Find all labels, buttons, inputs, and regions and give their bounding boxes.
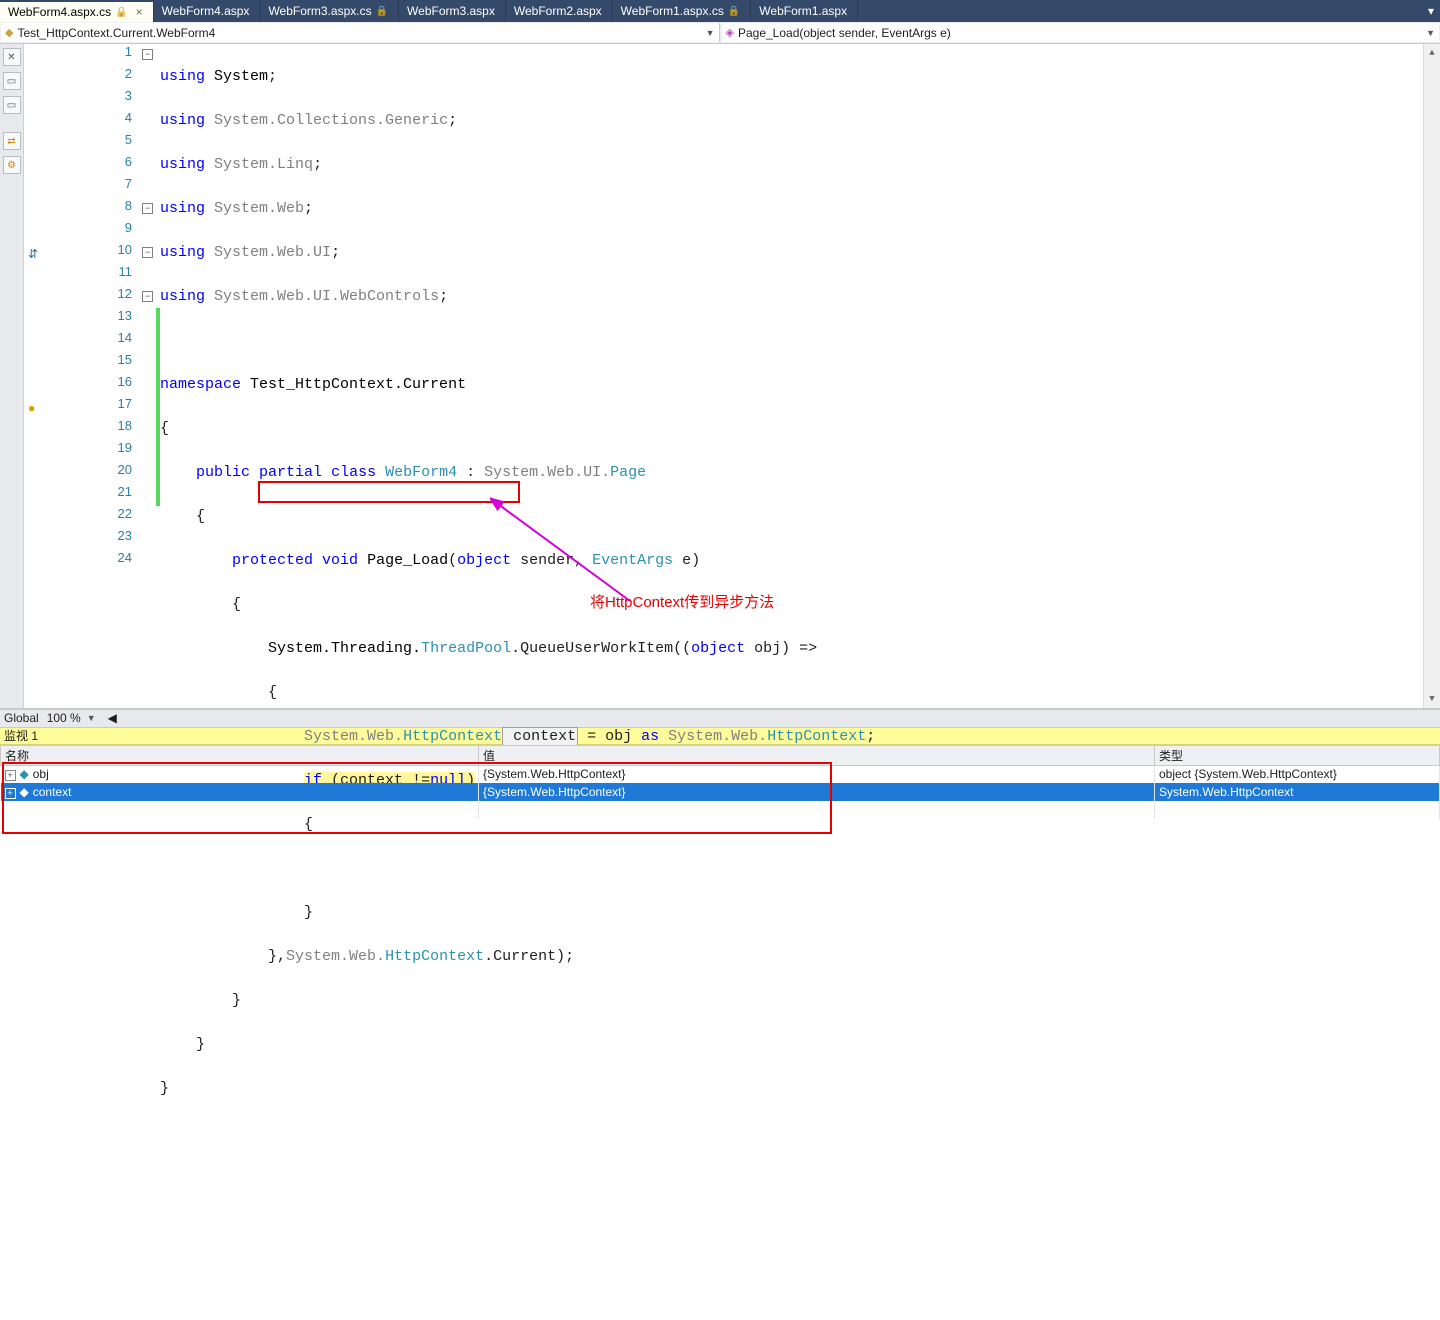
breakpoint-icon[interactable]: ● bbox=[28, 401, 44, 417]
tab-webform1-cs[interactable]: WebForm1.aspx.cs 🔒 bbox=[613, 0, 752, 22]
watch-table: 名称 值 类型 +◆obj {System.Web.HttpContext} o… bbox=[0, 745, 1440, 820]
type-label: Test_HttpContext.Current.WebForm4 bbox=[17, 26, 215, 40]
watch-header-name[interactable]: 名称 bbox=[1, 745, 479, 765]
member-dropdown[interactable]: ◈ Page_Load(object sender, EventArgs e) … bbox=[722, 23, 1440, 42]
toolbox-button[interactable]: ▭ bbox=[3, 96, 21, 114]
tab-label: WebForm4.aspx.cs bbox=[8, 5, 111, 19]
close-icon[interactable]: × bbox=[136, 5, 143, 19]
zoom-level[interactable]: 100 % bbox=[47, 711, 81, 725]
class-icon: ◆ bbox=[5, 26, 13, 39]
lock-icon: 🔒 bbox=[376, 6, 388, 17]
watch-header-row: 名称 值 类型 bbox=[1, 745, 1440, 765]
chevron-down-icon: ▼ bbox=[1426, 28, 1435, 38]
annotation-text: 将HttpContext传到异步方法 bbox=[590, 592, 774, 614]
toolbox-button[interactable]: ⇄ bbox=[3, 132, 21, 150]
tab-label: WebForm4.aspx bbox=[162, 4, 250, 18]
lock-icon: 🔒 bbox=[115, 7, 127, 18]
fold-toggle[interactable]: − bbox=[142, 291, 153, 302]
fold-toggle[interactable]: − bbox=[142, 203, 153, 214]
tab-webform3-cs[interactable]: WebForm3.aspx.cs 🔒 bbox=[260, 0, 399, 22]
scroll-up-icon[interactable]: ▲ bbox=[1424, 44, 1440, 61]
tab-label: WebForm3.aspx.cs bbox=[268, 4, 371, 18]
document-tabstrip: WebForm4.aspx.cs 🔒 × WebForm4.aspx WebFo… bbox=[0, 0, 1440, 22]
member-label: Page_Load(object sender, EventArgs e) bbox=[738, 26, 951, 40]
scroll-down-icon[interactable]: ▼ bbox=[1424, 691, 1440, 708]
scope-label: Global bbox=[4, 711, 39, 725]
watch-row-empty[interactable] bbox=[1, 801, 1440, 819]
annotation-box bbox=[258, 481, 520, 503]
expand-icon[interactable]: + bbox=[5, 770, 16, 781]
watch-row[interactable]: +◆context {System.Web.HttpContext} Syste… bbox=[1, 783, 1440, 801]
editor-side-toolbar: ✕ ▭ ▭ ⇄ ⚙ bbox=[0, 44, 24, 708]
watch-header-value[interactable]: 值 bbox=[479, 745, 1155, 765]
tab-webform4-aspx[interactable]: WebForm4.aspx bbox=[154, 0, 261, 22]
tab-webform2-aspx[interactable]: WebForm2.aspx bbox=[506, 0, 613, 22]
type-dropdown[interactable]: ◆ Test_HttpContext.Current.WebForm4 ▼ bbox=[1, 23, 720, 42]
tab-overflow-button[interactable]: ▾ bbox=[1422, 0, 1440, 22]
variable-icon: ◆ bbox=[20, 785, 29, 799]
hscroll-left-icon[interactable]: ◀ bbox=[108, 711, 117, 725]
tab-label: WebForm1.aspx bbox=[759, 4, 847, 18]
tab-label: WebForm3.aspx bbox=[407, 4, 495, 18]
method-icon: ◈ bbox=[726, 26, 734, 39]
watch-row[interactable]: +◆obj {System.Web.HttpContext} object {S… bbox=[1, 765, 1440, 783]
toolbox-button[interactable]: ▭ bbox=[3, 72, 21, 90]
code-editor[interactable]: using System; using System.Collections.G… bbox=[160, 44, 1440, 708]
member-navbar: ◆ Test_HttpContext.Current.WebForm4 ▼ ◈ … bbox=[0, 22, 1440, 44]
chevron-down-icon: ▼ bbox=[706, 28, 715, 38]
tab-webform1-aspx[interactable]: WebForm1.aspx bbox=[751, 0, 858, 22]
toolbox-button[interactable]: ⚙ bbox=[3, 156, 21, 174]
editor-area: ✕ ▭ ▭ ⇄ ⚙ ⇵ ● 1 2 3 4 5 6 7 8 9 10 11 12… bbox=[0, 44, 1440, 709]
expand-icon[interactable]: + bbox=[5, 788, 16, 799]
watch-panel: 名称 值 类型 +◆obj {System.Web.HttpContext} o… bbox=[0, 745, 1440, 820]
fold-gutter[interactable]: − − − − bbox=[142, 44, 156, 708]
tab-webform3-aspx[interactable]: WebForm3.aspx bbox=[399, 0, 506, 22]
tab-webform4-cs[interactable]: WebForm4.aspx.cs 🔒 × bbox=[0, 0, 154, 22]
toolbox-button[interactable]: ✕ bbox=[3, 48, 21, 66]
tab-label: WebForm2.aspx bbox=[514, 4, 602, 18]
line-number-gutter: 1 2 3 4 5 6 7 8 9 10 11 12 13 14 15 16 1… bbox=[50, 44, 142, 708]
glyph-margin[interactable]: ⇵ ● bbox=[24, 44, 50, 708]
implements-glyph-icon: ⇵ bbox=[28, 247, 44, 263]
chevron-down-icon[interactable]: ▼ bbox=[87, 713, 96, 723]
tab-label: WebForm1.aspx.cs bbox=[621, 4, 724, 18]
watch-header-type[interactable]: 类型 bbox=[1155, 745, 1440, 765]
lock-icon: 🔒 bbox=[728, 6, 740, 17]
variable-icon: ◆ bbox=[20, 767, 29, 781]
fold-toggle[interactable]: − bbox=[142, 49, 153, 60]
vertical-scrollbar[interactable]: ▲ ▼ bbox=[1423, 44, 1440, 708]
fold-toggle[interactable]: − bbox=[142, 247, 153, 258]
code-surface[interactable]: using System; using System.Collections.G… bbox=[160, 44, 1440, 1320]
